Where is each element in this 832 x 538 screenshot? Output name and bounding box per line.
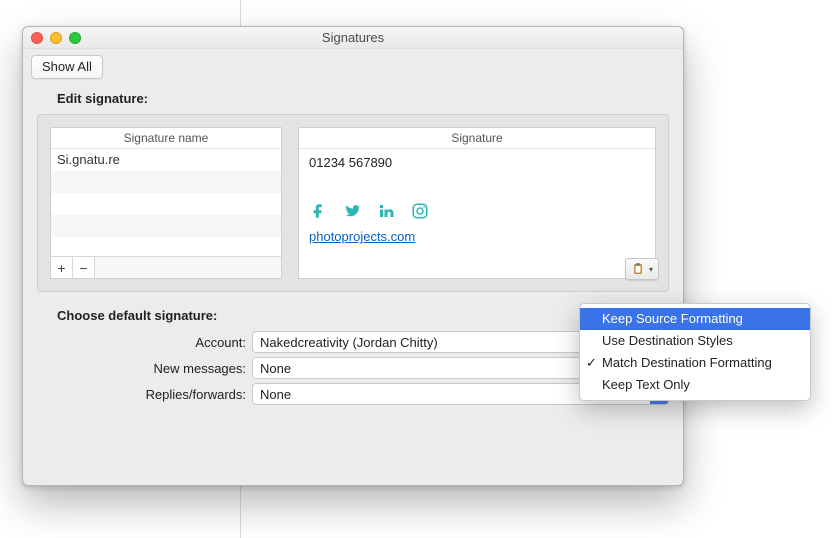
signature-body[interactable]: 01234 567890	[299, 149, 655, 278]
account-label: Account:	[37, 335, 252, 350]
account-value: Nakedcreativity (Jordan Chitty)	[260, 335, 438, 350]
menu-item-use-destination-styles[interactable]: Use Destination Styles	[580, 330, 810, 352]
signature-link[interactable]: photoprojects.com	[309, 229, 645, 244]
check-icon: ✓	[586, 354, 597, 372]
linkedin-icon[interactable]	[377, 202, 395, 223]
social-icons-row	[309, 202, 645, 223]
add-signature-button[interactable]: +	[51, 257, 73, 278]
signature-preview-header: Signature	[299, 128, 655, 149]
toolbar: Show All	[23, 49, 683, 89]
menu-item-label: Use Destination Styles	[602, 333, 733, 348]
show-all-button[interactable]: Show All	[31, 55, 103, 79]
instagram-icon[interactable]	[411, 202, 429, 223]
signature-phone: 01234 567890	[309, 155, 645, 170]
account-row: Account: Nakedcreativity (Jordan Chitty)	[37, 331, 669, 353]
paste-options-button[interactable]: ▾	[625, 258, 659, 280]
window-title: Signatures	[23, 30, 683, 45]
twitter-icon[interactable]	[343, 202, 361, 223]
replies-label: Replies/forwards:	[37, 387, 252, 402]
chevron-down-icon: ▾	[649, 265, 653, 274]
edit-signature-heading: Edit signature:	[57, 91, 669, 106]
signature-list-body[interactable]: Si.gnatu.re	[51, 149, 281, 256]
menu-item-keep-source-formatting[interactable]: Keep Source Formatting	[580, 308, 810, 330]
menu-item-label: Keep Source Formatting	[602, 311, 743, 326]
new-messages-row: New messages: None	[37, 357, 669, 379]
choose-default-heading: Choose default signature:	[57, 308, 669, 323]
replies-value: None	[260, 387, 291, 402]
choose-default-section: Choose default signature: Account: Naked…	[37, 308, 669, 405]
preferences-window: Signatures Show All Edit signature: Sign…	[22, 26, 684, 486]
signature-list: Signature name Si.gnatu.re + −	[50, 127, 282, 279]
menu-item-label: Keep Text Only	[602, 377, 690, 392]
menu-item-keep-text-only[interactable]: Keep Text Only	[580, 374, 810, 396]
remove-signature-button[interactable]: −	[73, 257, 95, 278]
menu-item-match-destination-formatting[interactable]: ✓ Match Destination Formatting	[580, 352, 810, 374]
signature-list-footer: + −	[51, 256, 281, 278]
new-messages-value: None	[260, 361, 291, 376]
replies-row: Replies/forwards: None	[37, 383, 669, 405]
signature-preview: Signature 01234 567890	[298, 127, 656, 279]
menu-item-label: Match Destination Formatting	[602, 355, 772, 370]
new-messages-label: New messages:	[37, 361, 252, 376]
signature-list-header: Signature name	[51, 128, 281, 149]
signature-list-item[interactable]: Si.gnatu.re	[51, 149, 281, 171]
facebook-icon[interactable]	[309, 202, 327, 223]
titlebar: Signatures	[23, 27, 683, 49]
paste-options-menu: Keep Source Formatting Use Destination S…	[579, 303, 811, 401]
edit-signature-panel: Signature name Si.gnatu.re + − Signature…	[37, 114, 669, 292]
